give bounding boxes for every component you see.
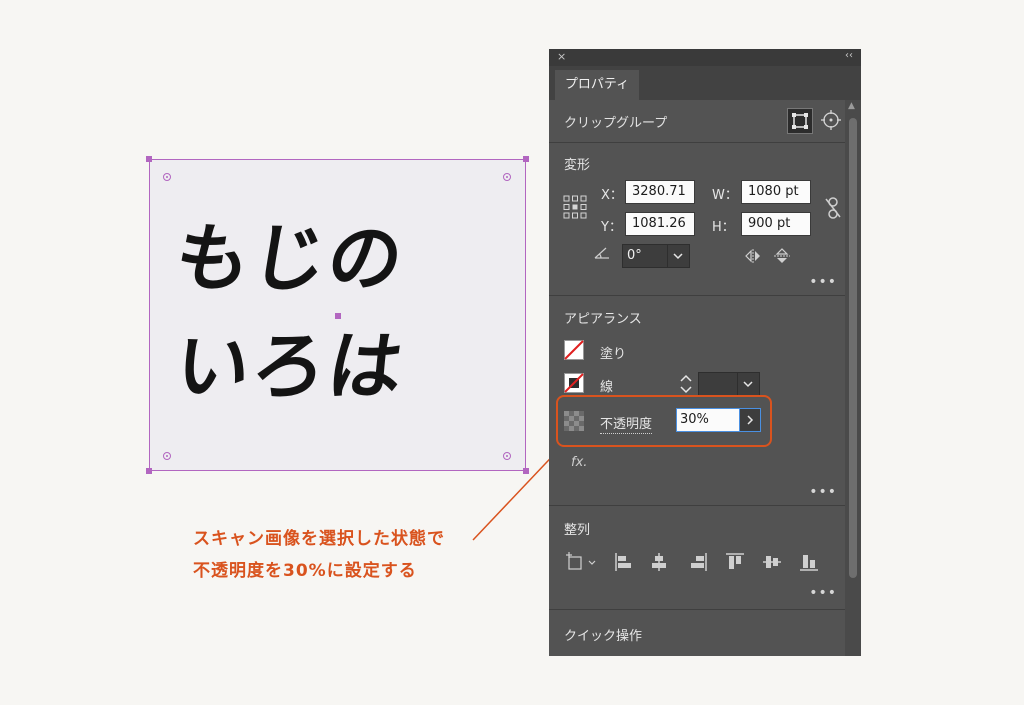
fill-label: 塗り xyxy=(600,347,627,362)
align-to-selection-icon[interactable] xyxy=(565,552,599,572)
h-label: H： xyxy=(712,220,735,235)
chevron-down-icon xyxy=(673,253,683,260)
object-type-label: クリップグループ xyxy=(564,116,668,131)
selection-handle-bottom-right[interactable] xyxy=(523,468,529,474)
callout-text-line-1: スキャン画像を選択した状態で xyxy=(193,529,445,549)
width-input[interactable]: 1080 pt xyxy=(741,180,811,204)
angle-value: 0° xyxy=(627,246,667,266)
angle-dropdown[interactable]: 0° xyxy=(622,244,690,268)
scroll-up-icon[interactable]: ▲ xyxy=(848,101,855,111)
collapse-icon[interactable]: ‹‹ xyxy=(845,50,853,61)
dropdown-divider xyxy=(737,373,738,395)
callout-text-line-2: 不透明度を30%に設定する xyxy=(193,561,417,581)
align-horizontal-center-icon[interactable] xyxy=(649,552,669,572)
x-position-input[interactable]: 3280.71 xyxy=(625,180,695,204)
fx-effects-icon[interactable]: fx. xyxy=(571,455,587,470)
selection-handle-top-right[interactable] xyxy=(523,156,529,162)
close-icon[interactable]: × xyxy=(557,50,566,63)
chevron-down-icon xyxy=(743,381,753,388)
scrollbar-thumb[interactable] xyxy=(849,118,857,578)
align-left-icon[interactable] xyxy=(614,552,634,572)
edit-clip-group-icon[interactable] xyxy=(787,108,813,134)
corner-widget-top-right[interactable] xyxy=(503,173,511,181)
edit-contents-icon[interactable] xyxy=(819,108,843,132)
align-vertical-center-icon[interactable] xyxy=(762,552,782,572)
properties-panel: × ‹‹ プロパティ クリップグループ 変形 X： 3280.71 W： 108… xyxy=(549,49,861,656)
stroke-none-swatch-icon[interactable] xyxy=(564,373,584,393)
opacity-slider-button[interactable] xyxy=(739,408,761,432)
chevron-right-icon xyxy=(747,415,754,425)
tab-properties[interactable]: プロパティ xyxy=(555,70,639,100)
align-bottom-icon[interactable] xyxy=(799,552,819,572)
w-label: W： xyxy=(712,188,738,203)
reference-point-icon[interactable] xyxy=(563,195,587,219)
stroke-label: 線 xyxy=(600,380,614,395)
panel-title-bar: × ‹‹ xyxy=(549,49,861,66)
align-top-icon[interactable] xyxy=(725,552,745,572)
scanned-image[interactable]: もじの いろは xyxy=(149,159,526,471)
divider xyxy=(549,295,845,296)
panel-scrollbar[interactable]: ▲ xyxy=(845,100,861,656)
stroke-weight-stepper-icon[interactable] xyxy=(676,372,696,396)
rotate-angle-icon xyxy=(593,245,611,261)
opacity-input[interactable]: 30% xyxy=(676,408,740,432)
opacity-label[interactable]: 不透明度 xyxy=(600,413,653,434)
artwork-text-line-2: いろは xyxy=(169,324,411,410)
corner-widget-bottom-right[interactable] xyxy=(503,452,511,460)
stroke-weight-dropdown[interactable] xyxy=(698,372,760,396)
y-label: Y： xyxy=(601,220,622,235)
center-point xyxy=(335,313,341,319)
opacity-checker-icon xyxy=(564,411,584,431)
x-label: X： xyxy=(601,188,623,203)
panel-tab-bar: プロパティ xyxy=(549,66,861,100)
fill-none-swatch-icon[interactable] xyxy=(564,340,584,360)
align-more-options[interactable]: ••• xyxy=(809,585,837,601)
artwork-text-line-1: もじの xyxy=(169,216,411,302)
y-position-input[interactable]: 1081.26 xyxy=(625,212,695,236)
height-input[interactable]: 900 pt xyxy=(741,212,811,236)
divider xyxy=(549,505,845,506)
quick-actions-section-title: クイック操作 xyxy=(564,629,643,644)
corner-widget-top-left[interactable] xyxy=(163,173,171,181)
selection-handle-bottom-left[interactable] xyxy=(146,468,152,474)
divider xyxy=(549,609,845,610)
transform-more-options[interactable]: ••• xyxy=(809,274,837,290)
divider xyxy=(549,142,845,143)
constrain-proportions-icon[interactable] xyxy=(823,196,843,220)
selection-handle-top-left[interactable] xyxy=(146,156,152,162)
flip-horizontal-icon[interactable] xyxy=(743,248,763,264)
appearance-more-options[interactable]: ••• xyxy=(809,484,837,500)
align-right-icon[interactable] xyxy=(688,552,708,572)
dropdown-divider xyxy=(667,245,668,267)
align-section-title: 整列 xyxy=(564,523,591,538)
corner-widget-bottom-left[interactable] xyxy=(163,452,171,460)
transform-section-title: 変形 xyxy=(564,158,591,173)
flip-vertical-icon[interactable] xyxy=(773,247,791,265)
appearance-section-title: アピアランス xyxy=(564,312,642,327)
